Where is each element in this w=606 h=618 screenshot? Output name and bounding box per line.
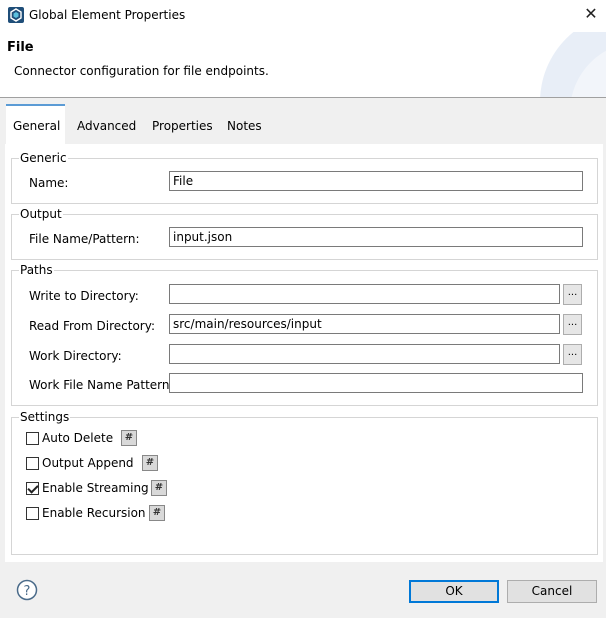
auto-delete-checkbox[interactable] (26, 432, 39, 445)
work-file-name-pattern-label: Work File Name Pattern: (29, 378, 174, 392)
name-input[interactable] (169, 171, 583, 191)
ok-button[interactable]: OK (409, 580, 499, 603)
tab-notes[interactable]: Notes (220, 110, 269, 142)
help-icon[interactable]: ? (16, 579, 38, 601)
enable-recursion-expression-button[interactable]: # (149, 505, 165, 521)
mule-app-icon (8, 7, 24, 23)
read-directory-browse-button[interactable]: ... (563, 314, 582, 335)
header-separator (0, 97, 606, 98)
output-group-label: Output (19, 207, 63, 221)
enable-recursion-label: Enable Recursion (42, 506, 146, 520)
close-icon[interactable]: ✕ (580, 3, 602, 25)
write-directory-label: Write to Directory: (29, 289, 139, 303)
tab-advanced[interactable]: Advanced (70, 110, 143, 142)
read-directory-label: Read From Directory: (29, 319, 155, 333)
name-label: Name: (29, 176, 69, 190)
cancel-button[interactable]: Cancel (507, 580, 597, 603)
enable-streaming-label: Enable Streaming (42, 481, 149, 495)
auto-delete-label: Auto Delete (42, 431, 114, 445)
settings-group-label: Settings (19, 410, 71, 424)
dialog-title: File (7, 40, 34, 55)
write-directory-browse-button[interactable]: ... (563, 284, 582, 305)
write-directory-input[interactable] (169, 284, 560, 304)
tab-general[interactable]: General (6, 104, 65, 146)
enable-streaming-checkbox[interactable] (26, 482, 39, 495)
work-file-name-pattern-input[interactable] (169, 373, 583, 393)
auto-delete-expression-button[interactable]: # (121, 430, 137, 446)
tab-properties[interactable]: Properties (145, 110, 220, 142)
dialog-subtitle: Connector configuration for file endpoin… (14, 64, 269, 78)
generic-group-label: Generic (19, 151, 68, 165)
file-name-pattern-input[interactable] (169, 227, 583, 247)
read-directory-input[interactable] (169, 314, 560, 334)
enable-recursion-checkbox[interactable] (26, 507, 39, 520)
file-name-pattern-label: File Name/Pattern: (29, 232, 140, 246)
general-panel: Generic Name: Output File Name/Pattern: … (5, 144, 603, 562)
paths-group-label: Paths (19, 263, 54, 277)
work-directory-label: Work Directory: (29, 349, 122, 363)
window-title: Global Element Properties (29, 8, 186, 22)
output-append-expression-button[interactable]: # (142, 455, 158, 471)
work-directory-input[interactable] (169, 344, 560, 364)
output-append-label: Output Append (42, 456, 134, 470)
work-directory-browse-button[interactable]: ... (563, 344, 582, 365)
output-append-checkbox[interactable] (26, 457, 39, 470)
header-decoration (540, 32, 606, 97)
enable-streaming-expression-button[interactable]: # (151, 480, 167, 496)
dialog-header: File Connector configuration for file en… (0, 32, 606, 97)
help-glyph: ? (24, 584, 31, 599)
title-bar: Global Element Properties ✕ (0, 0, 606, 32)
